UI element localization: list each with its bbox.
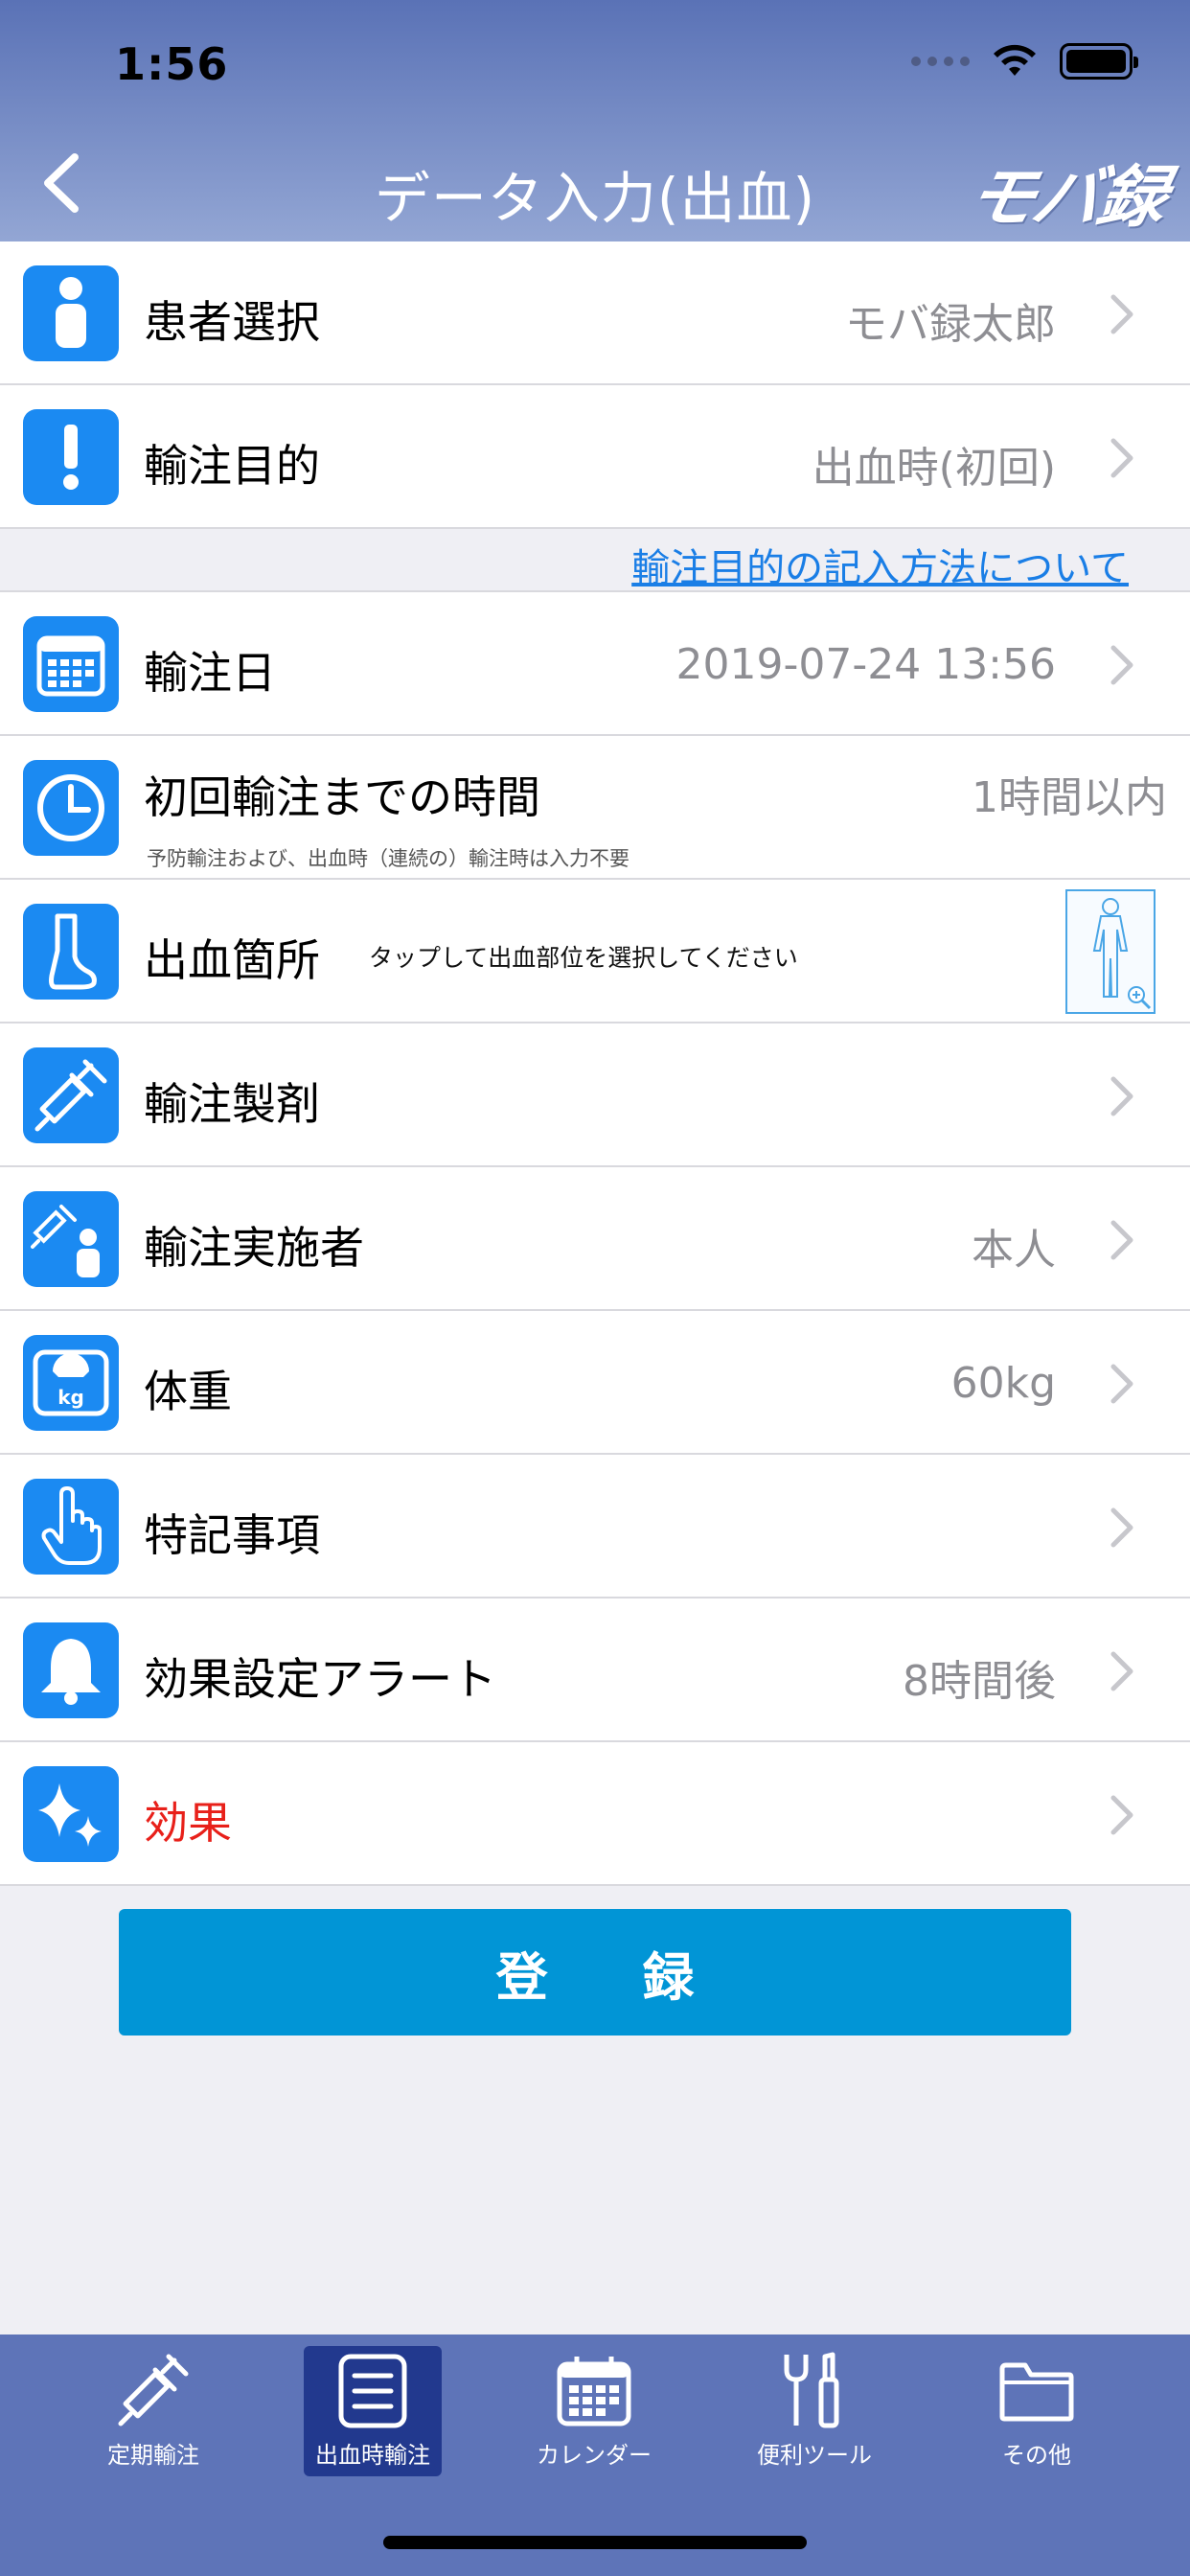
- time-to-first-infusion-row[interactable]: 初回輸注までの時間 予防輸注および、出血時（連続の）輸注時は入力不要 1時間以内: [0, 736, 1190, 880]
- chevron-right-icon: [1110, 1220, 1133, 1260]
- cellular-signal-icon: [911, 57, 970, 66]
- tab-label: 便利ツール: [757, 2442, 872, 2469]
- clock-icon: [23, 760, 119, 856]
- row-value: 本人: [972, 1226, 1056, 1275]
- brand-logo: モバ録: [960, 158, 1173, 237]
- row-label: 効果設定アラート: [144, 1653, 496, 1705]
- calendar-icon: [23, 616, 119, 712]
- purpose-help-link[interactable]: 輸注目的の記入方法について: [631, 537, 1129, 592]
- chevron-right-icon: [1110, 645, 1133, 685]
- row-value: 8時間後: [903, 1657, 1056, 1706]
- purpose-row[interactable]: 輸注目的 出血時(初回): [0, 385, 1190, 529]
- battery-icon: [1060, 43, 1138, 80]
- wrench-screwdriver-icon: [776, 2350, 853, 2432]
- infusion-product-row[interactable]: 輸注製剤: [0, 1024, 1190, 1167]
- tab-label: カレンダー: [537, 2442, 652, 2469]
- tab-tools[interactable]: 便利ツール: [745, 2346, 883, 2476]
- infusion-date-row[interactable]: 輸注日 2019-07-24 13:56: [0, 592, 1190, 736]
- register-button[interactable]: 登 録: [119, 1909, 1071, 2036]
- chevron-right-icon: [1110, 294, 1133, 334]
- tab-other[interactable]: その他: [968, 2346, 1106, 2476]
- tab-label: 定期輸注: [107, 2442, 199, 2469]
- home-indicator[interactable]: [383, 2536, 807, 2549]
- chevron-right-icon: [1110, 1076, 1133, 1116]
- exclamation-icon: [23, 409, 119, 505]
- performer-row[interactable]: 輸注実施者 本人: [0, 1167, 1190, 1311]
- effect-alert-row[interactable]: 効果設定アラート 8時間後: [0, 1598, 1190, 1742]
- purpose-help-section: 輸注目的の記入方法について: [0, 529, 1190, 592]
- status-time: 1:56: [115, 38, 229, 90]
- row-label: 初回輸注までの時間: [144, 771, 540, 823]
- row-label: 体重: [144, 1366, 232, 1417]
- navigation-header: 1:56 データ入力(出血) モバ録: [0, 0, 1190, 242]
- foot-icon: [23, 904, 119, 1000]
- tab-calendar[interactable]: カレンダー: [525, 2346, 663, 2476]
- weight-row[interactable]: kg 体重 60kg: [0, 1311, 1190, 1455]
- tab-bleeding-infusion[interactable]: 出血時輸注: [304, 2346, 442, 2476]
- body-map-thumbnail[interactable]: [1065, 889, 1156, 1014]
- syringe-icon: [23, 1047, 119, 1143]
- tab-bar: 定期輸注 出血時輸注 カレンダー 便利ツール その他: [0, 2334, 1190, 2576]
- row-label: 出血箇所: [144, 934, 320, 986]
- row-value: 出血時(初回): [812, 444, 1056, 493]
- special-notes-row[interactable]: 特記事項: [0, 1455, 1190, 1598]
- syringe-person-icon: [23, 1191, 119, 1287]
- chevron-right-icon: [1110, 1795, 1133, 1835]
- patient-select-row[interactable]: 患者選択 モバ録太郎: [0, 242, 1190, 385]
- row-sub-note: 予防輸注および、出血時（連続の）輸注時は入力不要: [147, 847, 629, 870]
- row-label: 効果: [144, 1797, 232, 1849]
- bleeding-site-row[interactable]: 出血箇所 タップして出血部位を選択してください: [0, 880, 1190, 1024]
- calendar-icon: [556, 2350, 632, 2432]
- document-list-icon: [334, 2350, 411, 2432]
- bell-icon: [23, 1622, 119, 1718]
- tab-label: 出血時輸注: [315, 2442, 430, 2469]
- input-form-list: 患者選択 モバ録太郎 輸注目的 出血時(初回) 輸注目的の記入方法について 輸注…: [0, 242, 1190, 1886]
- row-value: モバ録太郎: [845, 300, 1056, 349]
- chevron-right-icon: [1110, 438, 1133, 478]
- row-value: 60kg: [950, 1359, 1056, 1408]
- status-icons: [911, 42, 1138, 80]
- row-label: 特記事項: [144, 1509, 320, 1561]
- row-label: 輸注実施者: [144, 1222, 364, 1274]
- row-label: 輸注目的: [144, 440, 320, 492]
- chevron-right-icon: [1110, 1507, 1133, 1548]
- row-label: 患者選択: [144, 296, 320, 348]
- svg-text:kg: kg: [57, 1386, 84, 1409]
- wifi-icon: [994, 44, 1036, 76]
- tab-regular-infusion[interactable]: 定期輸注: [84, 2346, 222, 2476]
- chevron-right-icon: [1110, 1364, 1133, 1404]
- row-value: 2019-07-24 13:56: [675, 640, 1057, 689]
- person-icon: [23, 265, 119, 361]
- folder-icon: [998, 2350, 1075, 2432]
- row-value: 1時間以内: [972, 773, 1167, 822]
- row-hint: タップして出血部位を選択してください: [369, 944, 798, 972]
- syringe-icon: [115, 2350, 192, 2432]
- tab-label: その他: [1002, 2442, 1071, 2469]
- chevron-right-icon: [1110, 1651, 1133, 1691]
- row-label: 輸注製剤: [144, 1078, 320, 1130]
- effect-row[interactable]: 効果: [0, 1742, 1190, 1886]
- sparkle-icon: [23, 1766, 119, 1862]
- row-label: 輸注日: [144, 647, 276, 699]
- scale-icon: kg: [23, 1335, 119, 1431]
- pointing-hand-icon: [23, 1479, 119, 1575]
